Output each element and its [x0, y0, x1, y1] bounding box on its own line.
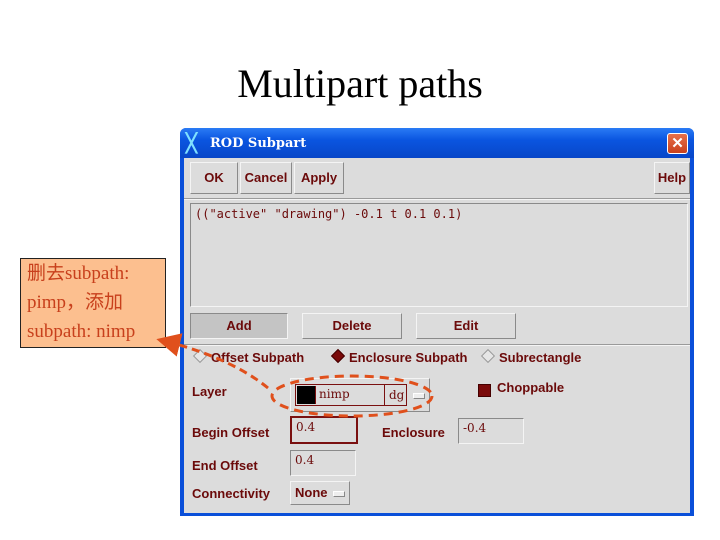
- callout-arrow: [156, 333, 269, 390]
- annotation-overlay: [156, 333, 434, 418]
- highlight-ellipse: [270, 374, 434, 418]
